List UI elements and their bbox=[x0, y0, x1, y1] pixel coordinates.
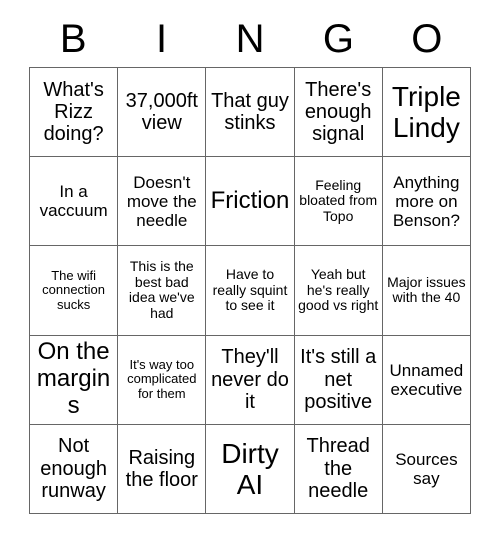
bingo-cell-label: They'll never do it bbox=[211, 346, 289, 413]
bingo-cell[interactable]: Major issues with the 40 bbox=[382, 246, 471, 336]
bingo-cell-label: Anything more on Benson? bbox=[392, 172, 460, 230]
header-letter-n: N bbox=[235, 16, 265, 61]
bingo-cell[interactable]: Doesn't move the needle bbox=[118, 157, 207, 247]
bingo-cell-label: 37,000ft view bbox=[125, 89, 198, 135]
bingo-cell-label: It's way too complicated for them bbox=[127, 356, 197, 401]
header-letter-g: G bbox=[322, 16, 354, 61]
bingo-cell[interactable]: Anything more on Benson? bbox=[382, 157, 471, 247]
bingo-cell-label: Have to really squint to see it bbox=[212, 265, 288, 314]
bingo-cell[interactable]: Yeah but he's really good vs right bbox=[294, 246, 383, 336]
bingo-cell[interactable]: Have to really squint to see it bbox=[206, 246, 295, 336]
bingo-cell-label: Not enough runway bbox=[40, 435, 107, 503]
bingo-cell-label: Friction bbox=[210, 186, 290, 214]
bingo-cell-label: Doesn't move the needle bbox=[126, 172, 197, 230]
bingo-cell-label: There's enough signal bbox=[304, 78, 372, 146]
bingo-cell[interactable]: 37,000ft view bbox=[118, 68, 207, 158]
bingo-cell[interactable]: This is the best bad idea we've had bbox=[118, 246, 207, 336]
bingo-cell-label: This is the best bad idea we've had bbox=[128, 258, 195, 322]
bingo-cell-label: On the margins bbox=[36, 338, 111, 420]
bingo-cell-label: Raising the floor bbox=[125, 446, 198, 491]
bingo-cell[interactable]: It's still a net positive bbox=[294, 335, 383, 425]
header-letter-i: I bbox=[156, 16, 168, 61]
bingo-cell-label: Yeah but he's really good vs right bbox=[298, 265, 379, 314]
bingo-cell-label: Unnamed executive bbox=[389, 360, 464, 399]
bingo-cell-label: Feeling bloated from Topo bbox=[299, 176, 378, 225]
header-letter-b: B bbox=[59, 16, 87, 61]
bingo-cell-label: What's Rizz doing? bbox=[43, 78, 104, 146]
bingo-cell[interactable]: The wifi connection sucks bbox=[30, 246, 119, 336]
bingo-cell-label: It's still a net positive bbox=[300, 346, 377, 413]
bingo-cell[interactable]: What's Rizz doing? bbox=[30, 68, 119, 158]
bingo-cell-label: Thread the needle bbox=[306, 435, 370, 503]
bingo-cell[interactable]: Raising the floor bbox=[118, 424, 207, 514]
bingo-cell-label: That guy stinks bbox=[211, 89, 289, 135]
bingo-cell[interactable]: Friction bbox=[206, 157, 295, 247]
bingo-card: B I N G O What's Rizz doing? 37,000ft vi… bbox=[0, 0, 500, 544]
bingo-cell[interactable]: Triple Lindy bbox=[382, 68, 471, 158]
bingo-cell-label: In a vaccuum bbox=[39, 182, 108, 221]
bingo-cell[interactable]: Sources say bbox=[382, 424, 471, 514]
bingo-cell-label: Sources say bbox=[395, 449, 458, 488]
bingo-cell[interactable]: Unnamed executive bbox=[382, 335, 471, 425]
bingo-cell-label: The wifi connection sucks bbox=[42, 267, 106, 312]
bingo-cell[interactable]: Feeling bloated from Topo bbox=[294, 157, 383, 247]
bingo-cell[interactable]: It's way too complicated for them bbox=[118, 335, 207, 425]
bingo-cell[interactable]: They'll never do it bbox=[206, 335, 295, 425]
bingo-grid: What's Rizz doing? 37,000ft view That gu… bbox=[29, 67, 471, 514]
bingo-cell[interactable]: Not enough runway bbox=[30, 424, 119, 514]
bingo-header-row: B I N G O bbox=[29, 10, 471, 67]
header-letter-o: O bbox=[411, 16, 443, 61]
bingo-cell[interactable]: In a vaccuum bbox=[30, 157, 119, 247]
bingo-cell-label: Dirty AI bbox=[221, 437, 279, 500]
bingo-cell[interactable]: Dirty AI bbox=[206, 424, 295, 514]
bingo-cell-label: Triple Lindy bbox=[391, 80, 461, 144]
bingo-cell[interactable]: That guy stinks bbox=[206, 68, 295, 158]
bingo-cell[interactable]: There's enough signal bbox=[294, 68, 383, 158]
bingo-cell[interactable]: On the margins bbox=[30, 335, 119, 425]
bingo-cell[interactable]: Thread the needle bbox=[294, 424, 383, 514]
bingo-cell-label: Major issues with the 40 bbox=[387, 273, 466, 306]
